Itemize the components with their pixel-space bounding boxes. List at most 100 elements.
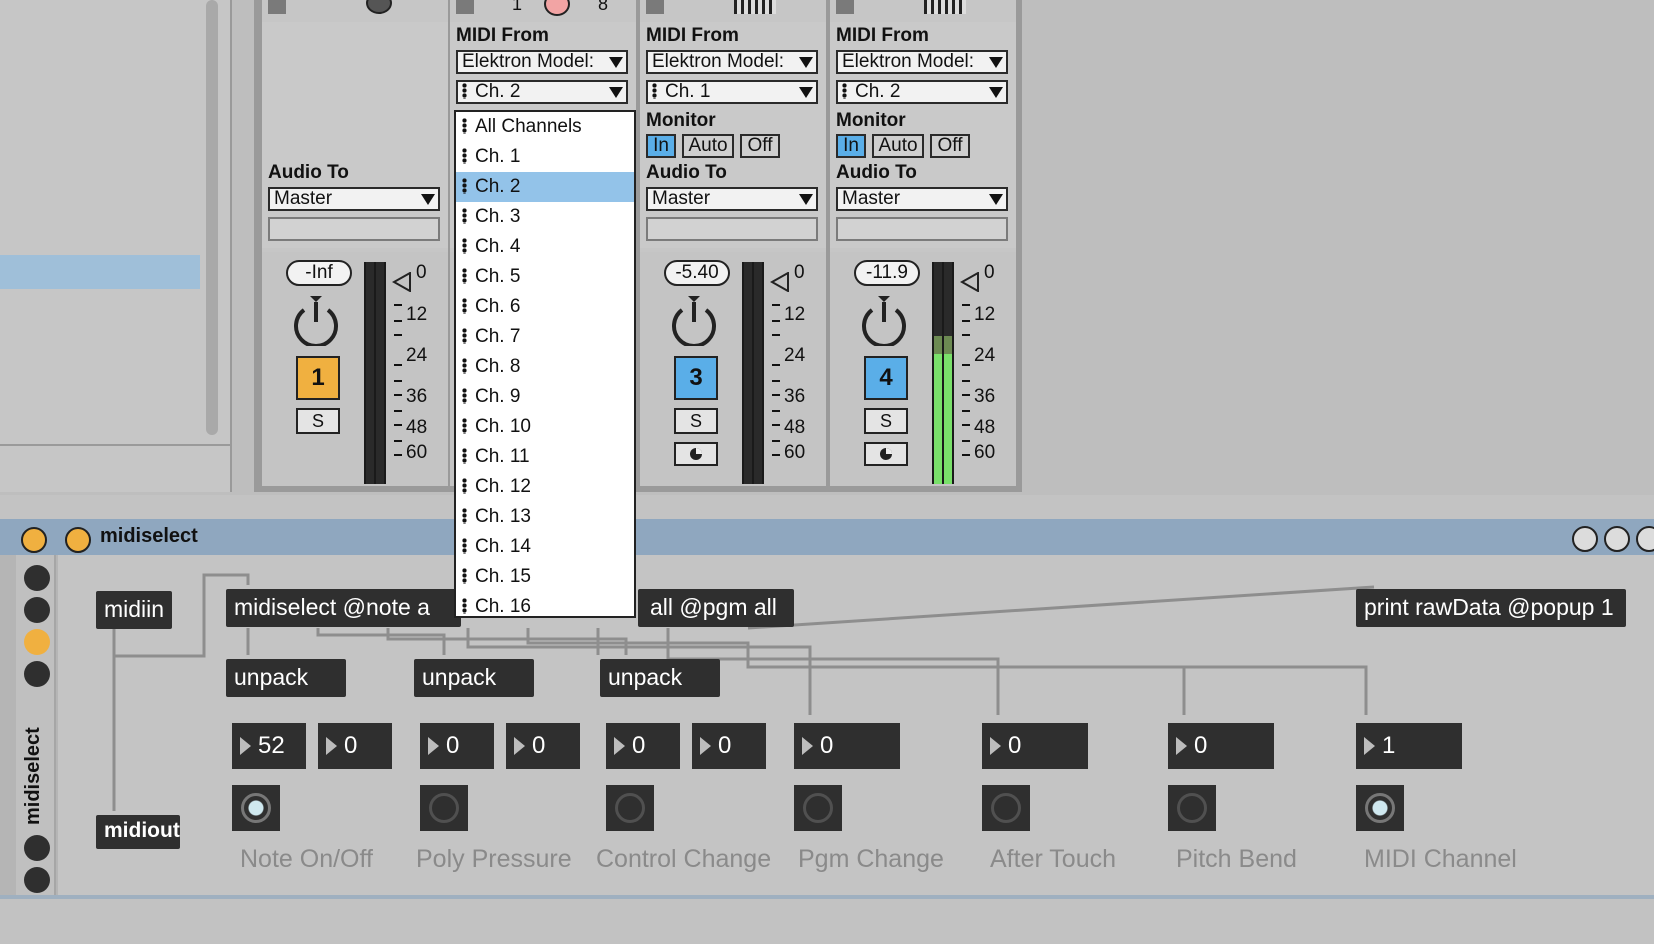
monitor-in-button[interactable]: In (646, 134, 676, 158)
monitor-in-button[interactable]: In (836, 134, 866, 158)
device-activator-icon[interactable] (21, 527, 47, 553)
channel-option[interactable]: Ch. 3 (456, 202, 634, 232)
channel-option[interactable]: Ch. 8 (456, 352, 634, 382)
edit-icon[interactable] (1572, 526, 1598, 552)
monitor-off-button[interactable]: Off (740, 134, 780, 158)
clip-stop-icon[interactable] (268, 0, 286, 14)
audio-to-channel-field[interactable] (836, 217, 1008, 241)
note-toggle[interactable] (232, 785, 280, 831)
after-touch-toggle[interactable] (982, 785, 1030, 831)
monitor-off-button[interactable]: Off (930, 134, 970, 158)
save-icon[interactable] (1636, 526, 1654, 552)
channel-option[interactable]: Ch. 11 (456, 442, 634, 472)
clip-stop-icon[interactable] (456, 0, 474, 14)
monitor-auto-button[interactable]: Auto (872, 134, 924, 158)
arm-button[interactable] (674, 442, 718, 466)
track-activator-button[interactable]: 4 (864, 356, 908, 400)
save-icon[interactable] (24, 867, 50, 893)
channel-option[interactable]: Ch. 13 (456, 502, 634, 532)
midi-channel-dropdown[interactable]: Ch. 2 (836, 80, 1008, 104)
number-box[interactable]: 52 (232, 723, 306, 769)
midi-from-dropdown[interactable]: Elektron Model: (646, 50, 818, 74)
solo-button[interactable]: S (296, 408, 340, 434)
number-box[interactable]: 0 (982, 723, 1088, 769)
channel-option[interactable]: Ch. 7 (456, 322, 634, 352)
number-box[interactable]: 0 (606, 723, 680, 769)
track-activator-button[interactable]: 3 (674, 356, 718, 400)
number-box[interactable]: 0 (794, 723, 900, 769)
channel-option[interactable]: Ch. 2 (456, 172, 634, 202)
midi-channel-dropdown[interactable]: Ch. 1 (646, 80, 818, 104)
volume-fader-arrow-icon[interactable] (770, 272, 790, 292)
clip-stop-icon[interactable] (646, 0, 664, 14)
pan-knob-icon[interactable] (668, 294, 720, 346)
arm-button[interactable] (864, 442, 908, 466)
toggle-indicator-icon (1177, 793, 1207, 823)
add-icon[interactable] (24, 597, 50, 623)
midiselect-object-tail[interactable]: all @pgm all (638, 589, 794, 627)
track-knob-icon[interactable] (366, 0, 392, 14)
audio-to-dropdown[interactable]: Master (836, 187, 1008, 211)
device-on-icon[interactable] (65, 527, 91, 553)
channel-option[interactable]: Ch. 14 (456, 532, 634, 562)
headphone-icon[interactable] (24, 565, 50, 591)
selected-row[interactable] (0, 255, 200, 289)
midiselect-object[interactable]: midiselect @note a (226, 589, 461, 627)
piano-keys-icon[interactable] (734, 0, 776, 14)
level-meter-peak (934, 336, 942, 354)
print-object[interactable]: print rawData @popup 1 (1356, 589, 1626, 627)
vertical-scrollbar[interactable] (206, 0, 218, 435)
pgm-change-toggle[interactable] (794, 785, 842, 831)
number-box[interactable]: 0 (506, 723, 580, 769)
unpack-object-3[interactable]: unpack (600, 659, 720, 697)
monitor-auto-button[interactable]: Auto (682, 134, 734, 158)
midi-from-dropdown[interactable]: Elektron Model: (456, 50, 628, 74)
channel-option[interactable]: Ch. 5 (456, 262, 634, 292)
channel-option[interactable]: Ch. 9 (456, 382, 634, 412)
pan-knob-icon[interactable] (858, 294, 910, 346)
number-box[interactable]: 0 (420, 723, 494, 769)
midiout-object[interactable]: midiout (96, 815, 180, 849)
volume-display[interactable]: -Inf (286, 260, 352, 286)
control-change-toggle[interactable] (606, 785, 654, 831)
volume-fader-arrow-icon[interactable] (392, 272, 412, 292)
poly-pressure-toggle[interactable] (420, 785, 468, 831)
volume-display[interactable]: -11.9 (854, 260, 920, 286)
list-icon[interactable] (24, 661, 50, 687)
channel-option[interactable]: Ch. 1 (456, 142, 634, 172)
audio-to-dropdown[interactable]: Master (268, 187, 440, 211)
record-arm-icon[interactable] (544, 0, 570, 16)
solo-button[interactable]: S (864, 408, 908, 434)
number-box[interactable]: 0 (318, 723, 392, 769)
midi-channel-dropdown[interactable]: Ch. 2 (456, 80, 628, 104)
midi-channel-toggle[interactable] (1356, 785, 1404, 831)
pan-knob-icon[interactable] (290, 294, 342, 346)
number-box[interactable]: 1 (1356, 723, 1462, 769)
channel-option[interactable]: Ch. 10 (456, 412, 634, 442)
channel-option[interactable]: Ch. 12 (456, 472, 634, 502)
pitch-bend-toggle[interactable] (1168, 785, 1216, 831)
refresh-icon[interactable] (1604, 526, 1630, 552)
solo-button[interactable]: S (674, 408, 718, 434)
audio-to-channel-field[interactable] (268, 217, 440, 241)
number-box[interactable]: 0 (692, 723, 766, 769)
channel-option[interactable]: Ch. 6 (456, 292, 634, 322)
piano-keys-icon[interactable] (924, 0, 966, 14)
unpack-object-2[interactable]: unpack (414, 659, 534, 697)
channel-option[interactable]: Ch. 4 (456, 232, 634, 262)
number-box[interactable]: 0 (1168, 723, 1274, 769)
volume-fader-arrow-icon[interactable] (960, 272, 980, 292)
midiin-object[interactable]: midiin (96, 591, 172, 629)
audio-to-dropdown[interactable]: Master (646, 187, 818, 211)
midi-from-dropdown[interactable]: Elektron Model: (836, 50, 1008, 74)
audio-to-channel-field[interactable] (646, 217, 818, 241)
track-activator-button[interactable]: 1 (296, 356, 340, 400)
channel-option[interactable]: All Channels (456, 112, 634, 142)
channel-option[interactable]: Ch. 16 (456, 592, 634, 622)
fold-icon[interactable] (24, 629, 50, 655)
volume-display[interactable]: -5.40 (664, 260, 730, 286)
channel-option[interactable]: Ch. 15 (456, 562, 634, 592)
unpack-object-1[interactable]: unpack (226, 659, 346, 697)
refresh-icon[interactable] (24, 835, 50, 861)
clip-stop-icon[interactable] (836, 0, 854, 14)
